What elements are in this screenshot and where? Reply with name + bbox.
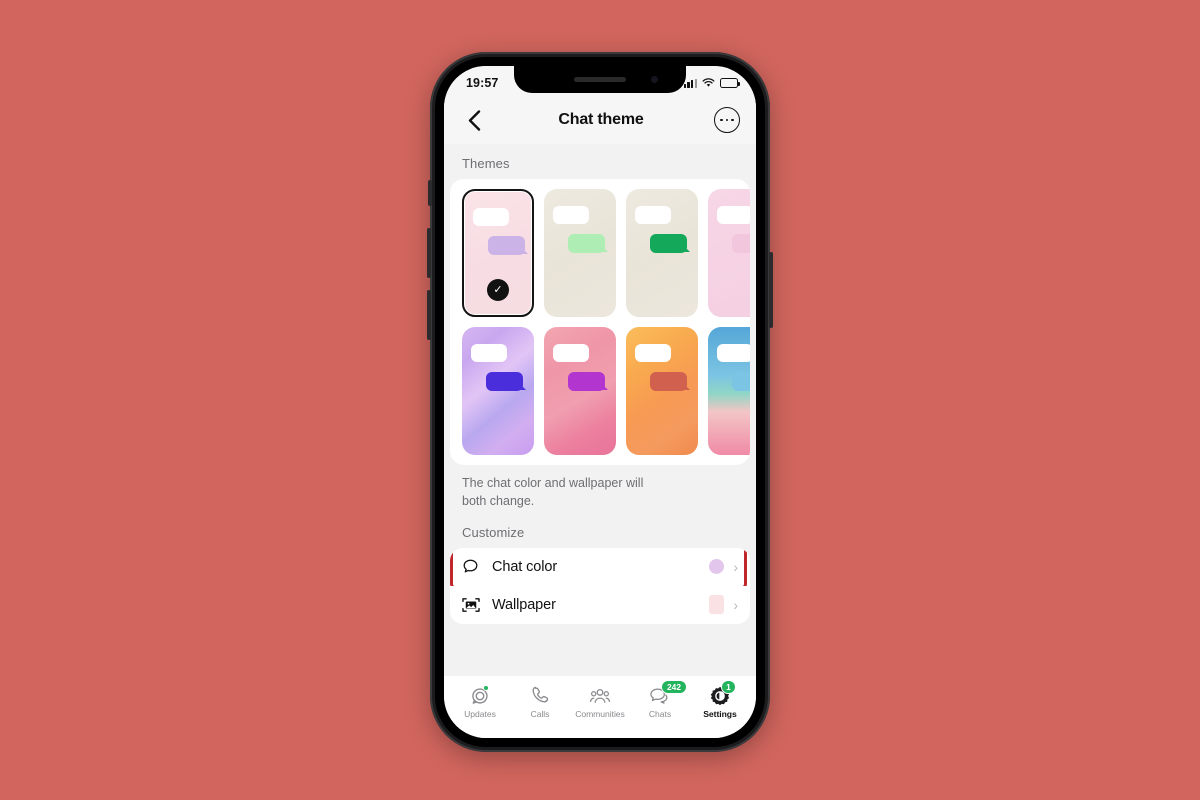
theme-incoming-bubble [471, 344, 507, 362]
tab-updates[interactable]: Updates [450, 685, 510, 719]
themes-row-1: ✓ [462, 189, 750, 317]
wifi-icon [702, 78, 715, 87]
chat-bubble-icon [462, 558, 488, 575]
phone-device: 19:57 Chat theme Themes ✓ The chat color… [427, 52, 773, 752]
chevron-right-icon: › [733, 558, 738, 575]
chat-color-row[interactable]: Chat color › [450, 547, 750, 586]
cellular-signal-icon [683, 78, 697, 88]
theme-outgoing-bubble [732, 372, 750, 391]
photo-icon [462, 597, 488, 613]
customize-section-label: Customize [462, 524, 525, 540]
power-button[interactable] [769, 252, 773, 328]
customize-list: Chat color › Wallpaper › [450, 547, 750, 624]
chat-color-swatch [709, 559, 725, 574]
tab-updates-dot-badge [483, 685, 489, 691]
content-area: Themes ✓ The chat color and wallpaper wi… [444, 144, 756, 676]
theme-incoming-bubble [553, 206, 589, 224]
gear-icon: 1 [710, 680, 736, 706]
silent-switch[interactable] [428, 180, 432, 206]
volume-up-button[interactable] [427, 228, 431, 278]
notch [514, 66, 686, 93]
earpiece-speaker [574, 77, 626, 82]
wallpaper-row[interactable]: Wallpaper › [450, 585, 750, 624]
theme-outgoing-bubble [732, 234, 750, 253]
front-camera-icon [651, 76, 658, 83]
theme-pink-floral[interactable] [544, 327, 616, 455]
theme-beige-green[interactable] [626, 189, 698, 317]
page-title: Chat theme [558, 111, 644, 128]
tab-chats-badge: 242 [661, 680, 687, 694]
theme-beach-partial[interactable] [708, 327, 750, 455]
theme-incoming-bubble [635, 344, 671, 362]
theme-outgoing-bubble [568, 234, 605, 253]
tab-settings-badge: 1 [721, 680, 736, 694]
theme-incoming-bubble [635, 206, 671, 224]
theme-outgoing-bubble [486, 372, 523, 391]
wallpaper-label: Wallpaper [492, 596, 556, 613]
chat-color-label: Chat color [492, 558, 558, 575]
row-wrapper-chat-color: Chat color › [450, 547, 750, 589]
updates-icon [470, 685, 490, 706]
phone-screen: 19:57 Chat theme Themes ✓ The chat color… [444, 66, 756, 738]
themes-helper-text: The chat color and wallpaper will both c… [462, 476, 644, 508]
tab-bar: Updates Calls Communities 242 Chats 1 Settings [444, 676, 756, 738]
tab-chats-label: Chats [648, 709, 672, 719]
volume-down-button[interactable] [427, 290, 431, 340]
tab-chats[interactable]: 242 Chats [630, 680, 690, 719]
theme-outgoing-bubble [488, 236, 525, 255]
theme-beige-mint[interactable] [544, 189, 616, 317]
selected-check-icon: ✓ [487, 279, 509, 301]
theme-incoming-bubble [553, 344, 589, 362]
theme-pink-lavender[interactable]: ✓ [462, 189, 534, 317]
more-options-icon[interactable] [714, 107, 740, 133]
theme-pink-partial[interactable] [708, 189, 750, 317]
theme-holographic-purple[interactable] [462, 327, 534, 455]
tab-communities-label: Communities [575, 709, 625, 719]
chevron-left-icon [468, 109, 480, 131]
theme-outgoing-bubble [650, 234, 687, 253]
tab-settings[interactable]: 1 Settings [690, 680, 750, 719]
communities-icon [589, 685, 611, 706]
themes-row-2 [462, 327, 750, 455]
navigation-bar: Chat theme [444, 96, 756, 144]
theme-outgoing-bubble [650, 372, 687, 391]
row-wrapper-wallpaper: Wallpaper › [450, 585, 750, 624]
theme-orange-silk[interactable] [626, 327, 698, 455]
chats-icon: 242 [649, 680, 687, 706]
tab-calls[interactable]: Calls [510, 685, 570, 719]
theme-incoming-bubble [717, 206, 750, 224]
tab-updates-label: Updates [464, 709, 496, 719]
theme-outgoing-bubble [568, 372, 605, 391]
status-indicators [683, 78, 740, 88]
status-time: 19:57 [466, 76, 499, 90]
chevron-right-icon: › [733, 596, 738, 613]
back-button[interactable] [460, 106, 488, 134]
themes-card: ✓ [450, 179, 750, 465]
battery-icon [720, 78, 740, 88]
theme-incoming-bubble [473, 208, 509, 226]
tab-settings-label: Settings [703, 709, 737, 719]
tab-calls-label: Calls [530, 709, 550, 719]
wallpaper-swatch [709, 595, 725, 614]
tab-communities[interactable]: Communities [570, 685, 630, 719]
theme-incoming-bubble [717, 344, 750, 362]
phone-icon [531, 685, 550, 706]
themes-section-label: Themes [462, 156, 510, 171]
